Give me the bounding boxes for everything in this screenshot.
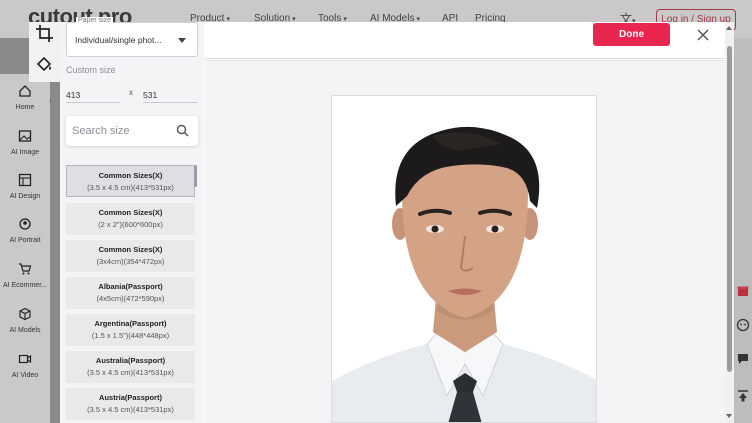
custom-size-label: Custom size	[66, 65, 116, 75]
video-icon	[18, 354, 32, 364]
passport-photo-preview	[331, 95, 597, 423]
home-icon	[19, 85, 31, 97]
cube-icon	[19, 307, 31, 321]
scroll-up-icon[interactable]	[726, 26, 732, 30]
search-icon[interactable]	[176, 124, 189, 137]
chevron-down-icon	[178, 38, 186, 43]
size-item[interactable]: Australia(Passport) (3.5 x 4.5 cm)(413*5…	[66, 351, 195, 383]
search-size-input[interactable]	[72, 123, 172, 139]
paper-size-value: Individual/single phot...	[75, 35, 162, 45]
divider	[205, 58, 725, 59]
modal-scrollbar-thumb[interactable]	[727, 46, 732, 372]
search-size-box	[66, 116, 198, 146]
fill-bucket-icon[interactable]	[33, 53, 57, 77]
portrait-image	[332, 96, 596, 422]
size-item[interactable]: Albania(Passport) (4x5cm)(472*590px)	[66, 277, 195, 309]
paper-size-select[interactable]: Paper size Individual/single phot...	[66, 17, 198, 57]
rail-ai-image[interactable]: AI Image	[0, 129, 50, 156]
support-icon[interactable]	[736, 318, 750, 332]
paper-size-legend: Paper size	[76, 17, 114, 24]
size-item[interactable]: Argentina(Passport) (1.5 x 1.5")(448*448…	[66, 314, 195, 346]
crop-icon[interactable]	[33, 22, 57, 46]
done-button[interactable]: Done	[593, 23, 670, 46]
rail-ai-design[interactable]: AI Design	[0, 173, 50, 200]
width-input[interactable]	[66, 87, 120, 103]
size-item[interactable]: Austria(Passport) (3.5 x 4.5 cm)(413*531…	[66, 388, 195, 420]
portrait-icon	[19, 218, 31, 230]
expand-arrow-icon[interactable]: ›	[49, 96, 52, 105]
size-list-scrollbar[interactable]	[194, 165, 197, 187]
gift-icon[interactable]	[736, 283, 750, 297]
chat-icon[interactable]	[736, 352, 750, 366]
rail-home[interactable]: Home	[0, 84, 50, 111]
rail-ai-portrait[interactable]: AI Portrait	[0, 217, 50, 244]
image-icon	[18, 130, 32, 142]
size-item[interactable]: Common Sizes(X) (3.5 x 4.5 cm)(413*531px…	[66, 165, 195, 197]
size-list: Common Sizes(X) (3.5 x 4.5 cm)(413*531px…	[66, 165, 198, 423]
cart-icon	[19, 263, 32, 275]
close-icon[interactable]	[695, 27, 711, 43]
times-sign: x	[129, 88, 133, 97]
left-rail: Home AI Image AI Design AI Portrait AI E…	[0, 74, 50, 423]
size-item[interactable]: Common Sizes(X) (3x4cm)(354*472px)	[66, 240, 195, 272]
back-to-top-icon[interactable]	[736, 389, 750, 403]
scroll-down-icon[interactable]	[726, 414, 732, 418]
size-item[interactable]: Common Sizes(X) (2 x 2")(600*600px)	[66, 203, 195, 235]
rail-ai-models[interactable]: AI Models	[0, 307, 50, 334]
design-icon	[18, 173, 32, 187]
height-input[interactable]	[143, 87, 197, 103]
rail-ai-video[interactable]: AI Video	[0, 352, 50, 379]
rail-ai-ecommerce[interactable]: AI Ecommer...	[0, 262, 50, 289]
